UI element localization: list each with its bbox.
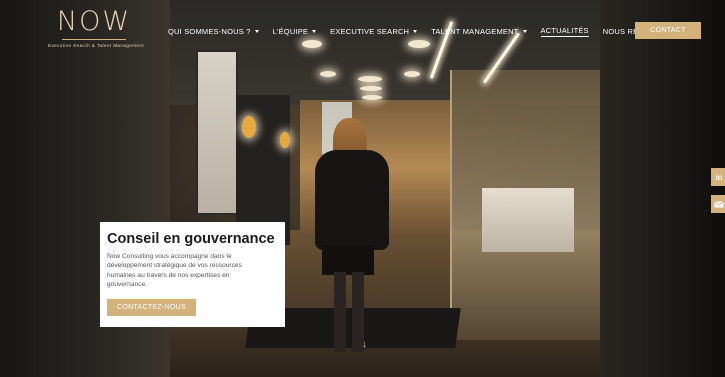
mail-icon[interactable] bbox=[711, 195, 725, 213]
linkedin-icon[interactable]: in bbox=[711, 168, 725, 186]
nav-item-qui-sommes-nous[interactable]: QUI SOMMES-NOUS ? bbox=[168, 27, 259, 36]
chevron-down-icon bbox=[413, 29, 418, 33]
chevron-down-icon bbox=[254, 29, 259, 33]
wall-panel bbox=[196, 50, 238, 215]
main-nav: QUI SOMMES-NOUS ? L'ÉQUIPE EXECUTIVE SEA… bbox=[168, 24, 673, 38]
scroll-down-icon[interactable]: ↓ bbox=[362, 339, 367, 350]
hero-description: Now Consulting vous accompagne dans le d… bbox=[107, 253, 242, 289]
contact-button[interactable]: CONTACT bbox=[635, 22, 701, 39]
woman-leg bbox=[334, 272, 346, 352]
nav-item-label: QUI SOMMES-NOUS ? bbox=[168, 26, 251, 36]
ceiling-light bbox=[320, 71, 336, 77]
chevron-down-icon bbox=[522, 29, 527, 33]
nav-item-talent-management[interactable]: TALENT MANAGEMENT bbox=[431, 26, 527, 36]
nav-item-label: EXECUTIVE SEARCH bbox=[330, 26, 410, 36]
logo-tagline: Executive Search & Talent Management bbox=[47, 43, 145, 48]
logo-wordmark: NOW bbox=[56, 6, 132, 37]
nav-item-label: ACTUALITÉS bbox=[540, 25, 589, 35]
ceiling-light bbox=[404, 71, 420, 77]
nav-item-executive-search[interactable]: EXECUTIVE SEARCH bbox=[330, 26, 418, 36]
logo[interactable]: NOW Executive Search & Talent Management bbox=[40, 6, 150, 52]
hero-card: Conseil en gouvernance Now Consulting vo… bbox=[100, 222, 285, 327]
nav-item-equipe[interactable]: L'ÉQUIPE bbox=[273, 27, 317, 36]
ceiling-light bbox=[360, 86, 382, 91]
nav-item-actualites[interactable]: ACTUALITÉS bbox=[540, 25, 589, 37]
chevron-down-icon bbox=[312, 29, 317, 33]
reception-desk bbox=[482, 188, 574, 252]
hero-title: Conseil en gouvernance bbox=[107, 231, 275, 247]
nav-item-label: L'ÉQUIPE bbox=[272, 26, 309, 36]
nav-item-label: TALENT MANAGEMENT bbox=[431, 26, 519, 36]
woman-skirt bbox=[322, 245, 374, 275]
logo-divider bbox=[62, 39, 126, 40]
ceiling-light bbox=[362, 95, 382, 100]
contactez-nous-button[interactable]: CONTACTEZ-NOUS bbox=[107, 299, 196, 316]
wall-sconce bbox=[242, 116, 256, 138]
site-header: NOW Executive Search & Talent Management… bbox=[0, 0, 725, 58]
wall-sconce bbox=[280, 132, 290, 148]
ceiling-light bbox=[358, 76, 382, 82]
woman-coat bbox=[315, 150, 389, 250]
